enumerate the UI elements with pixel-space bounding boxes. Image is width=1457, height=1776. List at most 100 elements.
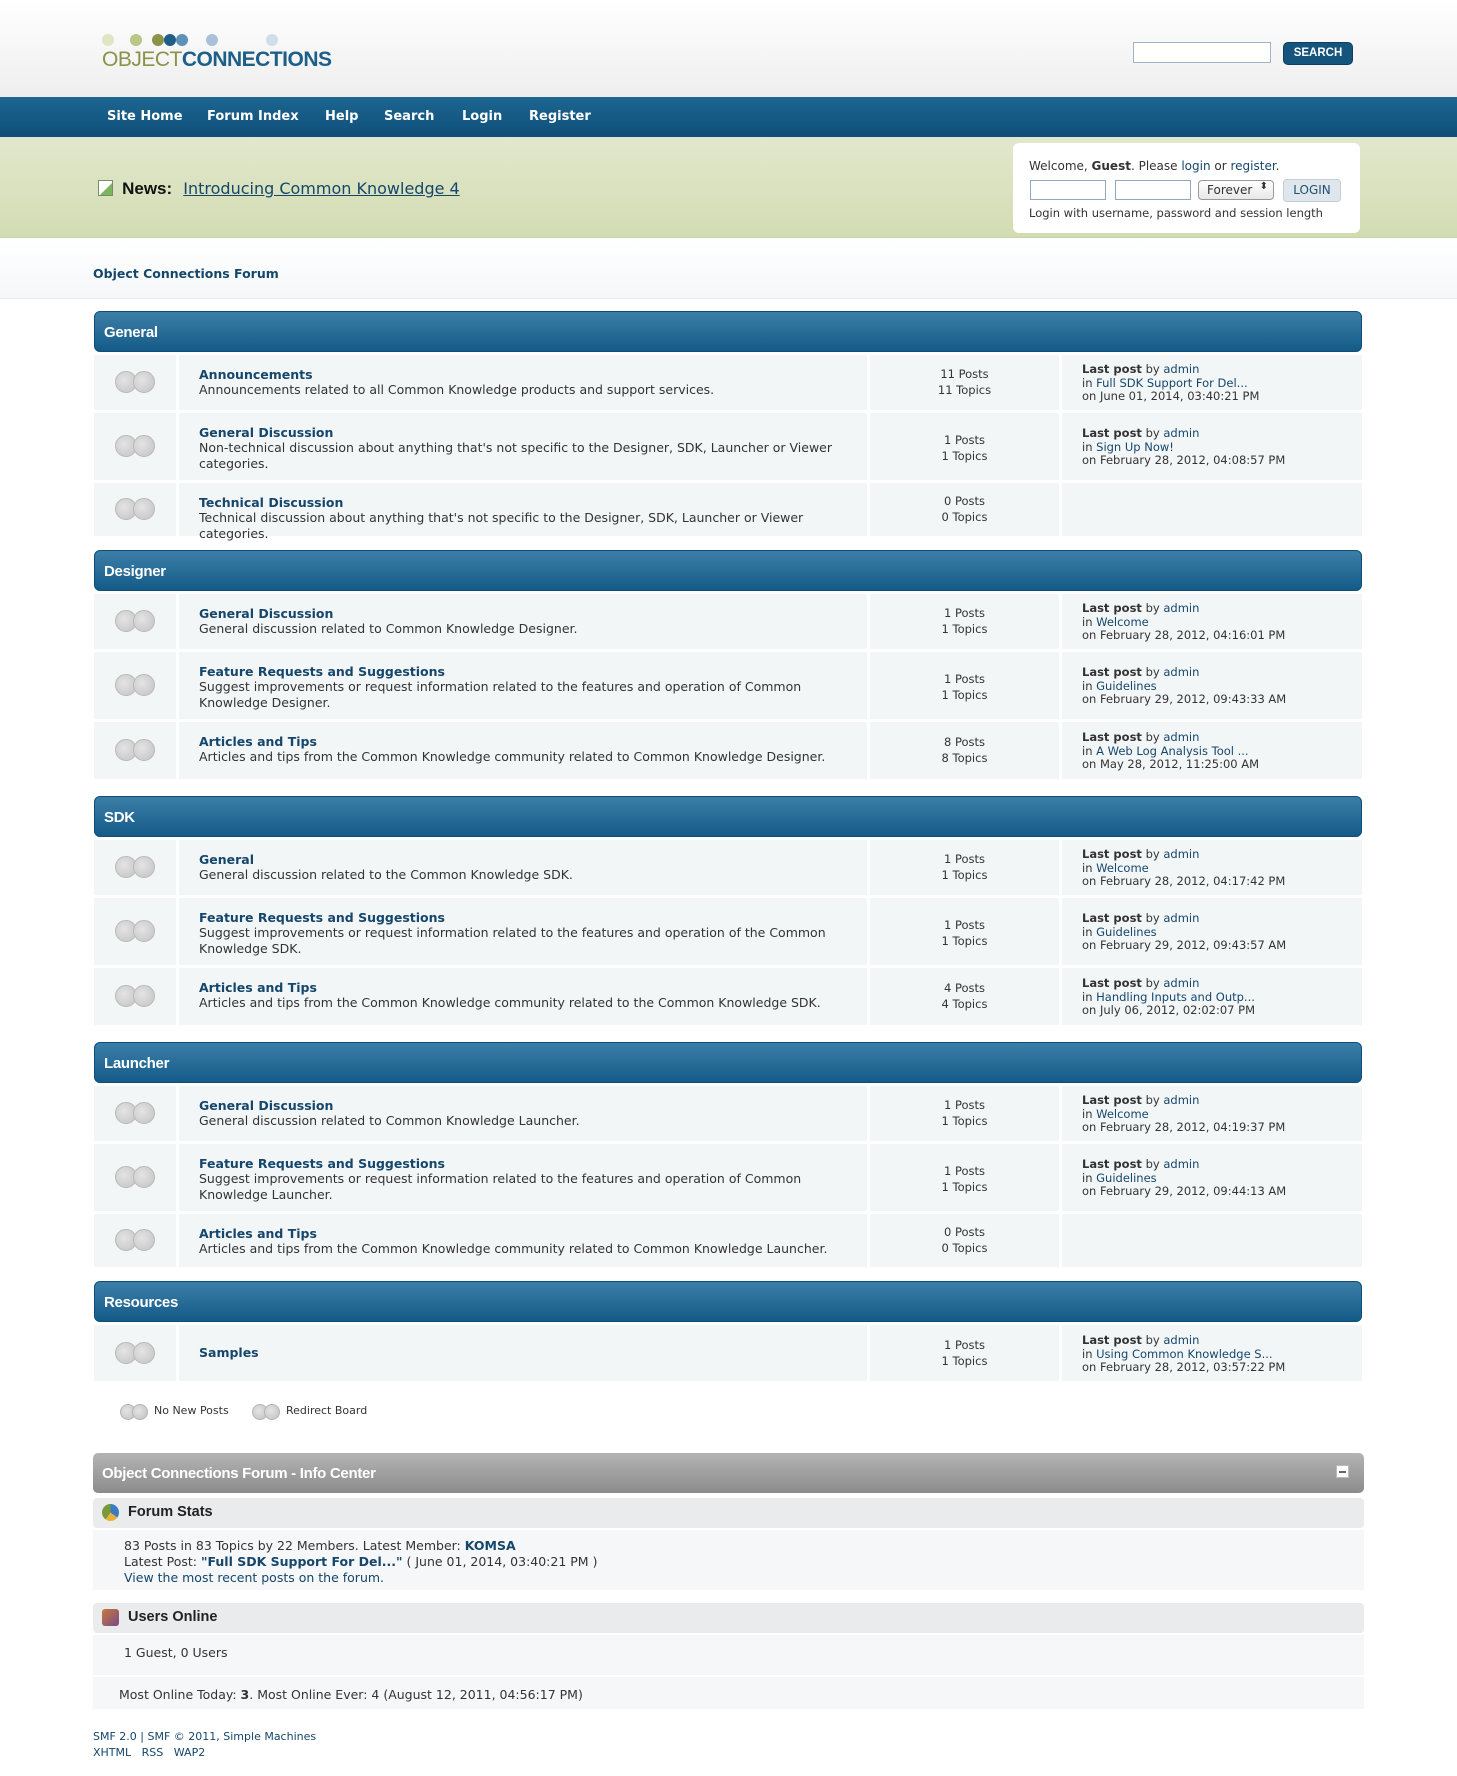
legend-redirect: Redirect Board <box>252 1404 367 1420</box>
last-post-topic[interactable]: Handling Inputs and Outp... <box>1096 990 1255 1004</box>
board-status-icon[interactable] <box>115 435 155 457</box>
board-status-icon[interactable] <box>115 1102 155 1124</box>
last-post-topic[interactable]: Sign Up Now! <box>1096 440 1174 454</box>
last-post-author[interactable]: admin <box>1163 362 1199 376</box>
breadcrumb[interactable]: Object Connections Forum <box>93 266 279 281</box>
board-name[interactable]: General Discussion <box>199 425 847 440</box>
latest-post-link[interactable]: "Full SDK Support For Del..." <box>201 1554 403 1569</box>
category-header[interactable]: Launcher <box>94 1042 1362 1083</box>
board-description: Suggest improvements or request informat… <box>199 1171 802 1202</box>
session-length-select[interactable]: Forever ⬍ <box>1198 180 1274 200</box>
last-post-topic[interactable]: A Web Log Analysis Tool ... <box>1096 744 1248 758</box>
category-designer: Designer General Discussion General discu… <box>94 550 1362 779</box>
last-post-author[interactable]: admin <box>1163 1333 1199 1347</box>
last-post-topic[interactable]: Guidelines <box>1096 925 1157 939</box>
news-link[interactable]: Introducing Common Knowledge 4 <box>183 179 459 198</box>
last-post-date: on February 29, 2012, 09:43:57 AM <box>1082 938 1287 952</box>
category-header[interactable]: SDK <box>94 796 1362 837</box>
last-post-author[interactable]: admin <box>1163 1157 1199 1171</box>
last-post-topic[interactable]: Welcome <box>1096 615 1149 629</box>
board-status-icon[interactable] <box>115 985 155 1007</box>
board-row: Announcements Announcements related to al… <box>94 355 1362 410</box>
board-name[interactable]: Feature Requests and Suggestions <box>199 910 847 925</box>
last-post-topic[interactable]: Guidelines <box>1096 679 1157 693</box>
board-row: General Discussion General discussion rel… <box>94 1086 1362 1141</box>
category-header[interactable]: Resources <box>94 1281 1362 1322</box>
board-name[interactable]: General Discussion <box>199 1098 847 1113</box>
last-post-topic[interactable]: Guidelines <box>1096 1171 1157 1185</box>
board-topics: 1 Topics <box>941 449 988 463</box>
news-icon <box>98 180 113 196</box>
login-button[interactable]: LOGIN <box>1283 179 1341 202</box>
last-post-topic[interactable]: Welcome <box>1096 861 1149 875</box>
board-topics: 0 Topics <box>941 1241 988 1255</box>
login-link[interactable]: login <box>1181 159 1210 173</box>
password-field[interactable] <box>1115 180 1191 200</box>
board-topics: 0 Topics <box>941 510 988 524</box>
category-header[interactable]: General <box>94 311 1362 352</box>
category-header[interactable]: Designer <box>94 550 1362 591</box>
nav-search[interactable]: Search <box>384 109 434 124</box>
search-input[interactable] <box>1133 42 1271 63</box>
last-post-author[interactable]: admin <box>1163 976 1199 990</box>
nav-help[interactable]: Help <box>325 109 358 124</box>
board-name[interactable]: Announcements <box>199 367 847 382</box>
last-post-topic[interactable]: Welcome <box>1096 1107 1149 1121</box>
board-description: General discussion related to Common Kno… <box>199 621 578 636</box>
board-status-icon[interactable] <box>115 739 155 761</box>
board-row: General Discussion General discussion rel… <box>94 594 1362 649</box>
nav-login[interactable]: Login <box>462 109 502 124</box>
board-status-icon[interactable] <box>115 1229 155 1251</box>
board-status-icon[interactable] <box>115 371 155 393</box>
board-row: Feature Requests and Suggestions Suggest … <box>94 1144 1362 1211</box>
news-label: News: <box>122 179 173 198</box>
footer-wap2-link[interactable]: WAP2 <box>174 1746 205 1759</box>
board-name[interactable]: Samples <box>199 1345 847 1360</box>
last-post-author[interactable]: admin <box>1163 426 1199 440</box>
footer-rss-link[interactable]: RSS <box>142 1746 164 1759</box>
board-name[interactable]: Articles and Tips <box>199 734 847 749</box>
username-field[interactable] <box>1030 180 1106 200</box>
board-status-icon[interactable] <box>115 1166 155 1188</box>
last-post-author[interactable]: admin <box>1163 730 1199 744</box>
board-status-icon[interactable] <box>115 610 155 632</box>
board-status-icon[interactable] <box>115 856 155 878</box>
board-topics: 1 Topics <box>941 1180 988 1194</box>
board-name[interactable]: Articles and Tips <box>199 980 847 995</box>
site-logo[interactable]: OBJECTCONNECTIONS <box>102 32 332 72</box>
board-status-icon[interactable] <box>115 674 155 696</box>
board-name[interactable]: Feature Requests and Suggestions <box>199 664 847 679</box>
last-post-author[interactable]: admin <box>1163 1093 1199 1107</box>
board-name[interactable]: Technical Discussion <box>199 495 847 510</box>
board-name[interactable]: Feature Requests and Suggestions <box>199 1156 847 1171</box>
nav-register[interactable]: Register <box>529 109 591 124</box>
footer-xhtml-link[interactable]: XHTML <box>93 1746 131 1759</box>
logo-text-object: OBJECT <box>102 48 182 71</box>
nav-site-home[interactable]: Site Home <box>107 109 183 124</box>
search-button[interactable]: SEARCH <box>1283 42 1353 65</box>
last-post-date: on July 06, 2012, 02:02:07 PM <box>1082 1003 1255 1017</box>
nav-forum-index[interactable]: Forum Index <box>207 109 299 124</box>
users-icon <box>102 1609 119 1626</box>
collapse-icon[interactable] <box>1336 1465 1349 1478</box>
register-link[interactable]: register <box>1230 159 1275 173</box>
last-post-date: on February 28, 2012, 04:19:37 PM <box>1082 1120 1286 1134</box>
category-launcher: Launcher General Discussion General discu… <box>94 1042 1362 1267</box>
latest-member-link[interactable]: KOMSA <box>465 1538 516 1553</box>
recent-posts-link[interactable]: View the most recent posts on the forum. <box>124 1570 384 1585</box>
last-post-author[interactable]: admin <box>1163 911 1199 925</box>
welcome-text: Welcome, Guest. Please login or register… <box>1029 159 1280 173</box>
last-post-topic[interactable]: Using Common Knowledge S... <box>1096 1347 1272 1361</box>
board-name[interactable]: General Discussion <box>199 606 847 621</box>
last-post-date: on June 01, 2014, 03:40:21 PM <box>1082 389 1260 403</box>
board-name[interactable]: Articles and Tips <box>199 1226 847 1241</box>
board-status-icon[interactable] <box>115 1342 155 1364</box>
board-status-icon[interactable] <box>115 498 155 520</box>
last-post-author[interactable]: admin <box>1163 847 1199 861</box>
board-status-icon[interactable] <box>115 920 155 942</box>
board-name[interactable]: General <box>199 852 847 867</box>
last-post-author[interactable]: admin <box>1163 601 1199 615</box>
last-post-topic[interactable]: Full SDK Support For Del... <box>1096 376 1248 390</box>
footer-copyright[interactable]: SMF 2.0 | SMF © 2011, Simple Machines <box>93 1729 316 1745</box>
last-post-author[interactable]: admin <box>1163 665 1199 679</box>
